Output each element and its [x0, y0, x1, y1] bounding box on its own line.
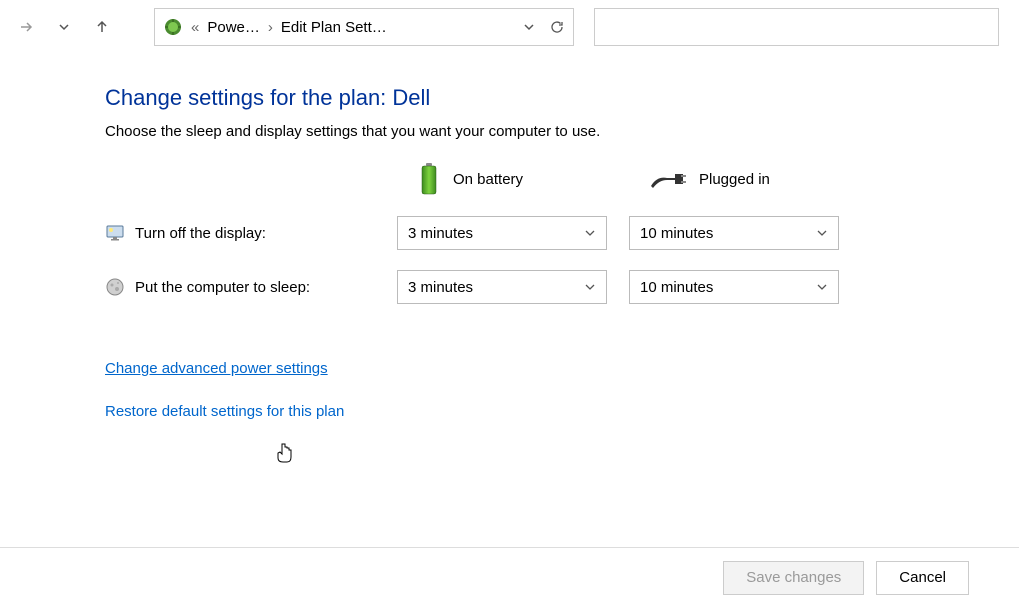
column-label: On battery [453, 171, 523, 188]
column-label: Plugged in [699, 171, 770, 188]
link-restore-defaults[interactable]: Restore default settings for this plan [105, 403, 344, 420]
select-sleep-plugged[interactable]: 10 minutes [629, 270, 839, 304]
search-input[interactable] [594, 8, 999, 46]
arrow-up-icon [94, 19, 110, 35]
links-block: Change advanced power settings Restore d… [105, 360, 1019, 420]
link-advanced-settings[interactable]: Change advanced power settings [105, 360, 328, 377]
row-label-text: Turn off the display: [135, 225, 266, 242]
chevron-down-icon [816, 227, 828, 239]
chevron-down-icon [584, 227, 596, 239]
cursor-pointer-icon [275, 442, 295, 466]
arrow-right-icon [18, 19, 34, 35]
breadcrumb-prefix: « [191, 19, 199, 36]
row-label-text: Put the computer to sleep: [135, 279, 310, 296]
chevron-down-icon [816, 281, 828, 293]
page-title: Change settings for the plan: Dell [105, 85, 1019, 111]
select-display-battery[interactable]: 3 minutes [397, 216, 607, 250]
save-button[interactable]: Save changes [723, 561, 864, 595]
breadcrumb-current[interactable]: Edit Plan Sett… [281, 19, 387, 36]
settings-grid: On battery Plugged in Turn off the displ… [105, 162, 1019, 304]
column-header-battery: On battery [397, 162, 617, 196]
refresh-icon[interactable] [549, 19, 565, 35]
monitor-icon [105, 223, 125, 243]
battery-icon [417, 162, 441, 196]
plug-icon [649, 168, 687, 190]
select-value: 3 minutes [408, 279, 473, 296]
main-content: Change settings for the plan: Dell Choos… [0, 55, 1019, 420]
address-bar[interactable]: « Powe… › Edit Plan Sett… [154, 8, 574, 46]
chevron-down-icon[interactable] [523, 21, 535, 33]
breadcrumb-parent[interactable]: Powe… [207, 19, 260, 36]
footer: Save changes Cancel [0, 547, 1019, 607]
row-label-display: Turn off the display: [105, 223, 385, 243]
toolbar: « Powe… › Edit Plan Sett… [0, 0, 1019, 55]
moon-icon [105, 277, 125, 297]
forward-button[interactable] [10, 11, 42, 43]
control-panel-icon [163, 17, 183, 37]
select-value: 3 minutes [408, 225, 473, 242]
chevron-down-icon [58, 21, 70, 33]
chevron-down-icon [584, 281, 596, 293]
page-subtitle: Choose the sleep and display settings th… [105, 123, 1019, 140]
up-button[interactable] [86, 11, 118, 43]
select-sleep-battery[interactable]: 3 minutes [397, 270, 607, 304]
column-header-plugged: Plugged in [629, 168, 849, 190]
breadcrumb: « Powe… › Edit Plan Sett… [191, 19, 515, 36]
select-value: 10 minutes [640, 225, 713, 242]
chevron-right-icon: › [268, 19, 273, 36]
select-display-plugged[interactable]: 10 minutes [629, 216, 839, 250]
row-label-sleep: Put the computer to sleep: [105, 277, 385, 297]
select-value: 10 minutes [640, 279, 713, 296]
cancel-button[interactable]: Cancel [876, 561, 969, 595]
recent-locations-button[interactable] [48, 11, 80, 43]
